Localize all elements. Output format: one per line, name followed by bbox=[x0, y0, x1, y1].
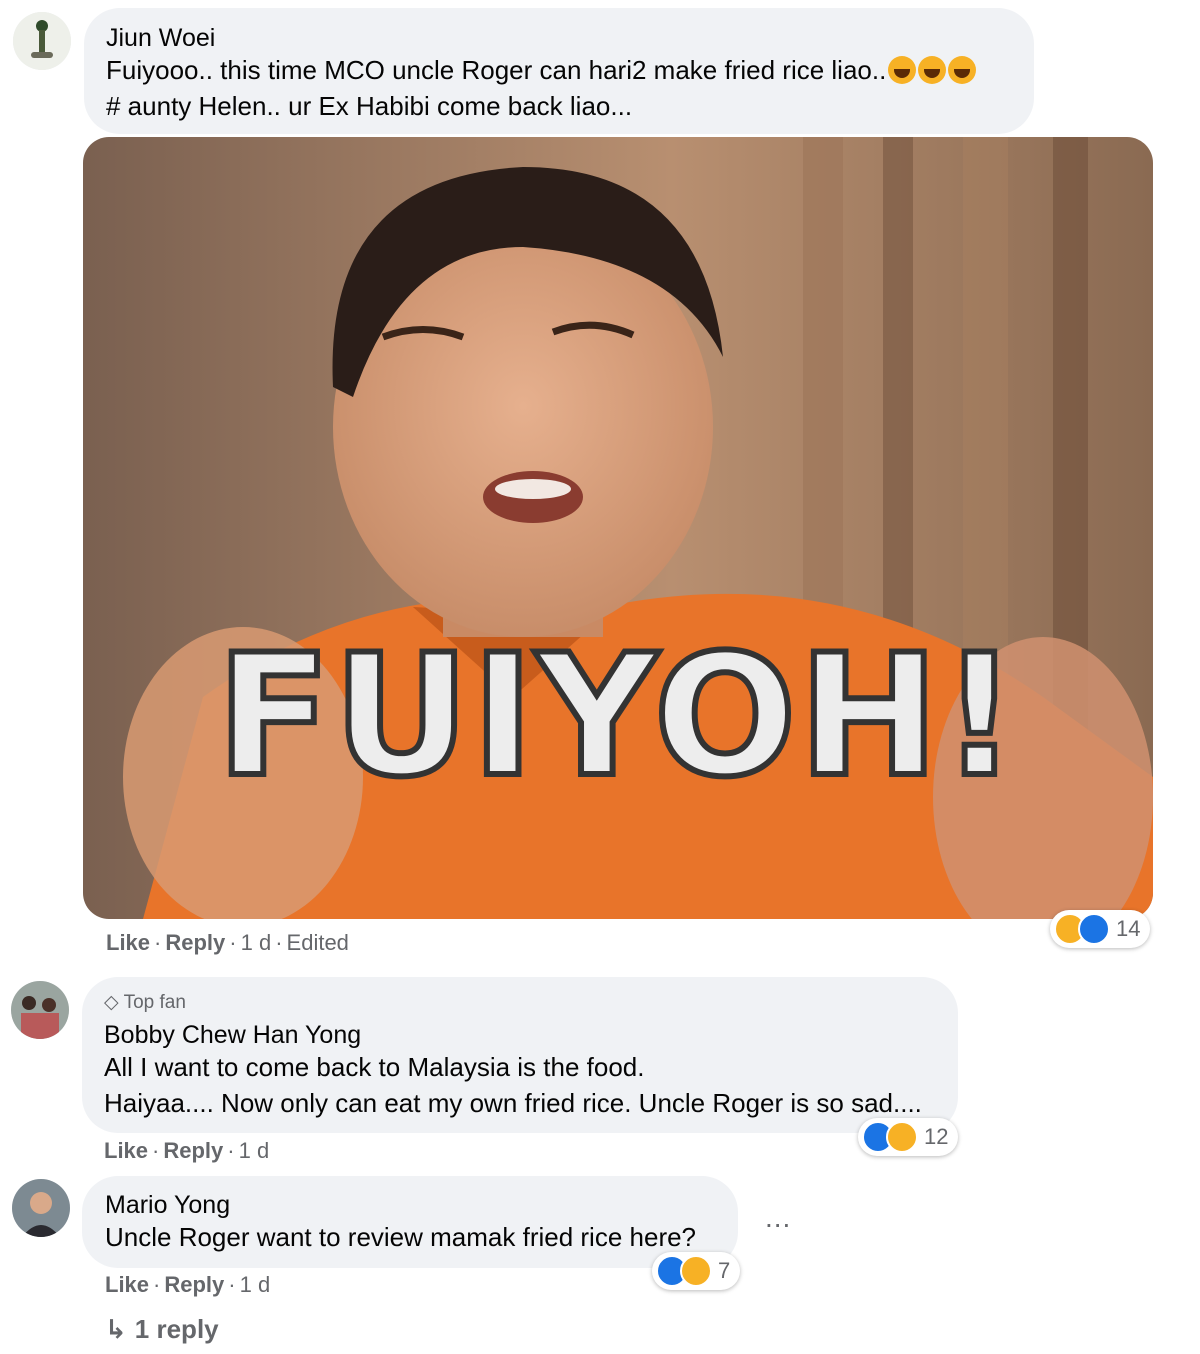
comment-timestamp[interactable]: 1 d bbox=[240, 1272, 271, 1297]
comment-text: Fuiyooo.. this time MCO uncle Roger can … bbox=[106, 55, 887, 85]
badge-label: Top fan bbox=[123, 992, 186, 1013]
avatar-portrait-icon bbox=[12, 1179, 70, 1237]
comment-author[interactable]: Jiun Woei bbox=[106, 24, 215, 53]
comment-text-line-1: Uncle Roger want to review mamak fried r… bbox=[105, 1222, 697, 1252]
reply-button[interactable]: Reply bbox=[165, 930, 225, 955]
reactions-summary[interactable]: 7 bbox=[652, 1252, 741, 1290]
reaction-count: 7 bbox=[718, 1258, 731, 1283]
haha-icon bbox=[886, 1121, 918, 1153]
fuiyoh-gif[interactable]: FUIYOH! bbox=[83, 137, 1153, 919]
avatar[interactable] bbox=[12, 1179, 70, 1237]
reply-arrow-icon: ↳ bbox=[105, 1314, 127, 1344]
haha-emoji-icon bbox=[948, 56, 977, 84]
reaction-count: 12 bbox=[924, 1124, 949, 1149]
avatar[interactable] bbox=[11, 981, 69, 1039]
comment-author[interactable]: Mario Yong bbox=[105, 1191, 230, 1220]
reactions-summary[interactable]: 12 bbox=[858, 1118, 959, 1156]
comment-text-line-2: # aunty Helen.. ur Ex Habibi come back l… bbox=[106, 91, 633, 121]
comment-timestamp[interactable]: 1 d bbox=[239, 1138, 270, 1163]
comment-author[interactable]: Bobby Chew Han Yong bbox=[104, 1021, 361, 1050]
gif-caption: FUIYOH! bbox=[213, 618, 1020, 814]
haha-icon bbox=[680, 1255, 712, 1287]
haha-emoji-icon bbox=[888, 56, 917, 84]
comment-actions: Like · Reply · 1 d bbox=[105, 1272, 271, 1297]
like-button[interactable]: Like bbox=[106, 930, 150, 955]
more-options-button[interactable]: ... bbox=[765, 1202, 791, 1234]
avatar[interactable] bbox=[13, 12, 71, 70]
view-replies-link[interactable]: ↳ 1 reply bbox=[105, 1314, 219, 1345]
avatar-figure-icon bbox=[13, 12, 71, 70]
replies-count: 1 reply bbox=[134, 1314, 219, 1344]
reaction-count: 14 bbox=[1116, 916, 1141, 941]
comment-text-line-2: Haiyaa.... Now only can eat my own fried… bbox=[104, 1088, 922, 1118]
like-button[interactable]: Like bbox=[104, 1138, 148, 1163]
edited-label: Edited bbox=[286, 930, 349, 955]
comment-timestamp[interactable]: 1 d bbox=[241, 930, 272, 955]
comment-actions: Like · Reply · 1 d bbox=[104, 1138, 270, 1163]
reactions-summary[interactable]: 14 bbox=[1050, 910, 1151, 948]
like-icon bbox=[1078, 913, 1110, 945]
reply-button[interactable]: Reply bbox=[164, 1272, 224, 1297]
reply-button[interactable]: Reply bbox=[163, 1138, 223, 1163]
avatar-family-photo-icon bbox=[11, 981, 69, 1039]
comment-text-line-1: All I want to come back to Malaysia is t… bbox=[104, 1052, 645, 1082]
comment-text-line-1: Fuiyooo.. this time MCO uncle Roger can … bbox=[106, 52, 977, 88]
top-fan-badge: ◇ Top fan bbox=[104, 991, 186, 1014]
diamond-icon: ◇ bbox=[104, 992, 119, 1013]
like-button[interactable]: Like bbox=[105, 1272, 149, 1297]
comment-actions: Like · Reply · 1 d · Edited bbox=[106, 930, 349, 955]
haha-emoji-icon bbox=[918, 56, 947, 84]
